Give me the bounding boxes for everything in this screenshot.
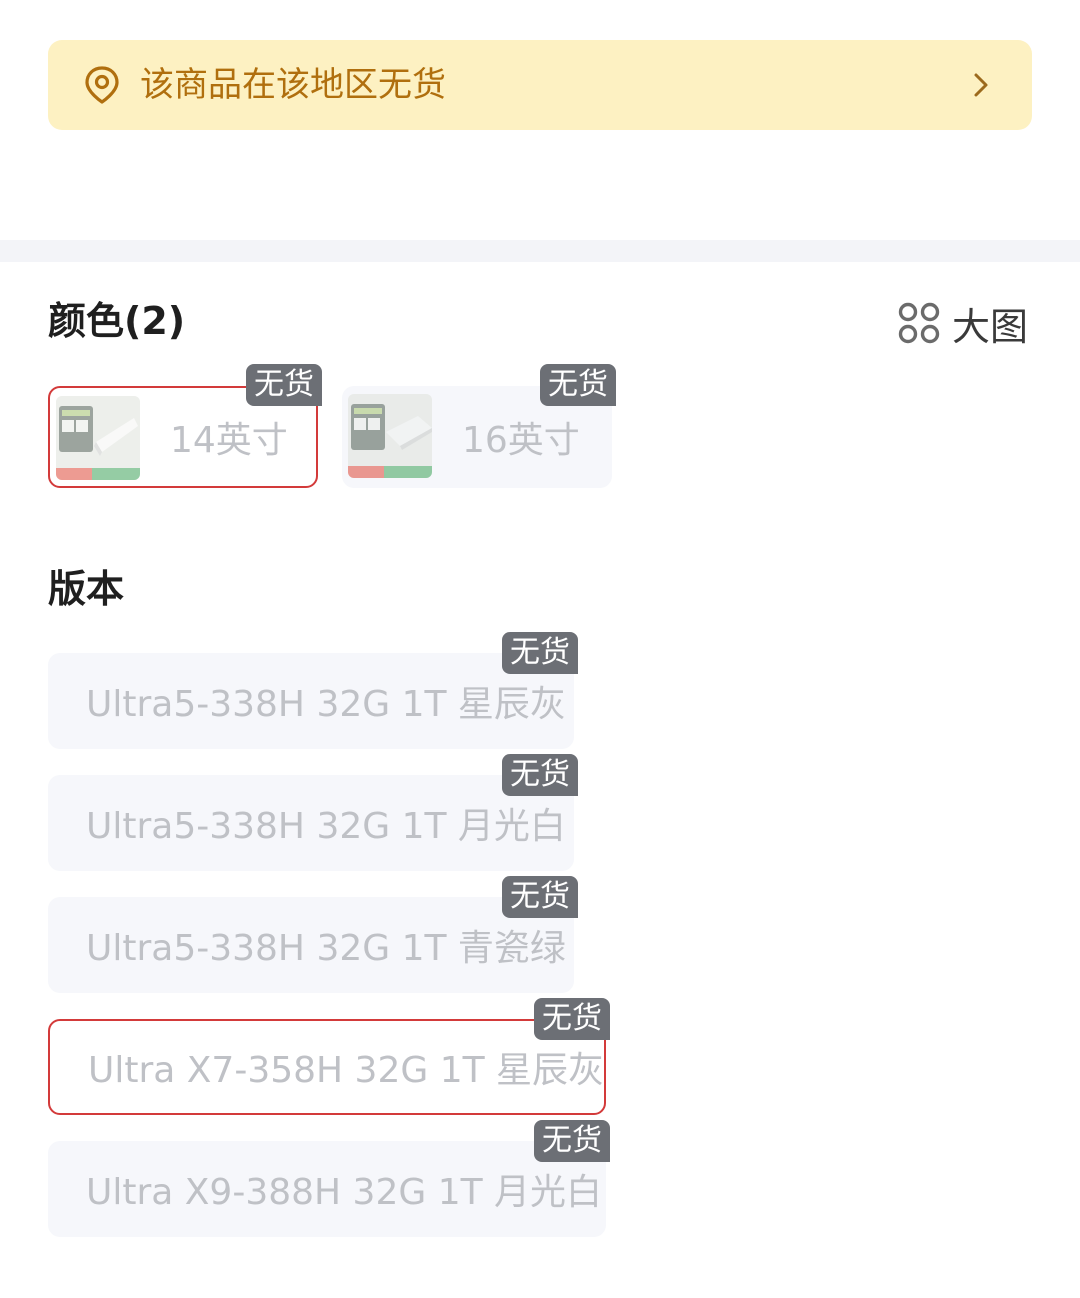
- color-section-title: 颜色(2): [48, 299, 186, 343]
- big-image-label: 大图: [951, 304, 1028, 349]
- notice-text: 该商品在该地区无货: [140, 65, 446, 105]
- out-of-stock-tag: 无货: [540, 364, 616, 406]
- product-thumbnail: [56, 396, 140, 480]
- version-option[interactable]: Ultra5-338H 32G 1T 青瓷绿: [48, 897, 574, 993]
- version-option[interactable]: Ultra5-338H 32G 1T 星辰灰: [48, 653, 574, 749]
- out-of-stock-tag: 无货: [502, 754, 578, 796]
- grid-four-circles-icon: [898, 302, 940, 344]
- version-option-selected[interactable]: Ultra X7-358H 32G 1T 星辰灰: [48, 1019, 606, 1115]
- version-section-title: 版本: [48, 567, 125, 611]
- out-of-stock-tag: 无货: [502, 632, 578, 674]
- product-thumbnail: [348, 394, 432, 478]
- location-pin-icon: [84, 66, 120, 104]
- out-of-stock-tag: 无货: [534, 998, 610, 1040]
- version-option[interactable]: Ultra X9-388H 32G 1T 月光白: [48, 1141, 606, 1237]
- version-option-label: Ultra X7-358H 32G 1T 星辰灰: [88, 1050, 605, 1091]
- version-option-label: Ultra5-338H 32G 1T 青瓷绿: [86, 928, 566, 969]
- out-of-stock-tag: 无货: [502, 876, 578, 918]
- version-option-label: Ultra X9-388H 32G 1T 月光白: [86, 1172, 603, 1213]
- version-option-label: Ultra5-338H 32G 1T 星辰灰: [86, 684, 566, 725]
- out-of-stock-region-banner[interactable]: 该商品在该地区无货: [48, 40, 1032, 130]
- out-of-stock-tag: 无货: [534, 1120, 610, 1162]
- section-divider: [0, 240, 1080, 262]
- version-option[interactable]: Ultra5-338H 32G 1T 月光白: [48, 775, 574, 871]
- big-image-toggle[interactable]: 大图: [898, 300, 1028, 349]
- version-option-label: Ultra5-338H 32G 1T 月光白: [86, 806, 566, 847]
- chevron-right-icon: [968, 72, 994, 98]
- out-of-stock-tag: 无货: [246, 364, 322, 406]
